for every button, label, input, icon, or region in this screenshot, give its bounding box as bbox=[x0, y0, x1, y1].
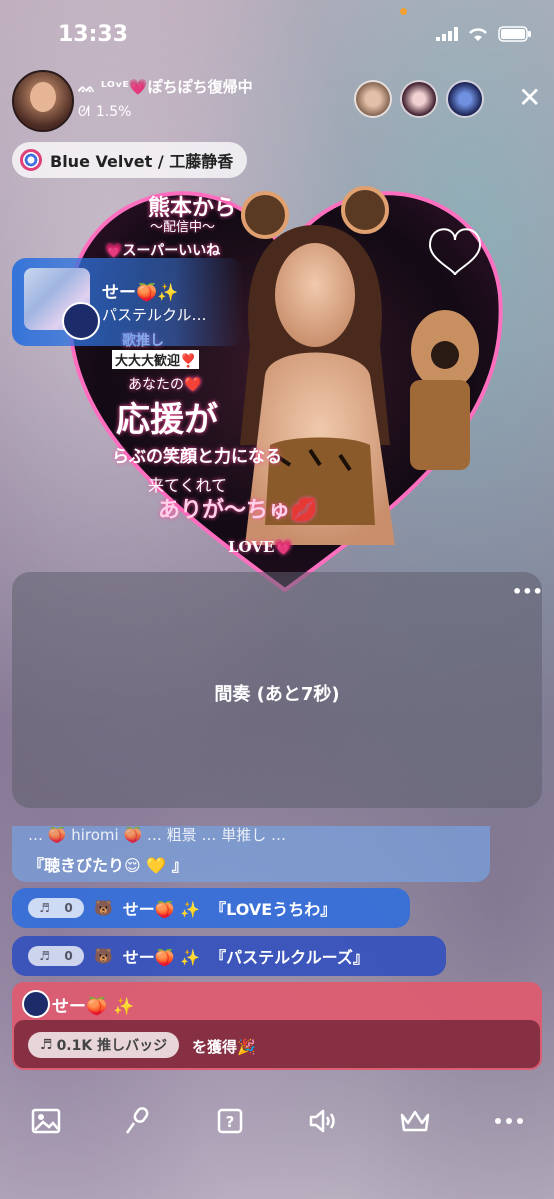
poster-love: LOVE💗 bbox=[228, 538, 294, 556]
poster-welcome: 大大大歓迎❣️ bbox=[112, 350, 200, 369]
badge-count: 0 bbox=[64, 949, 73, 963]
request-user-avatar bbox=[62, 302, 100, 340]
now-playing-song[interactable]: Blue Velvet / 工藤静香 bbox=[12, 142, 248, 178]
chat-partial-line: … 🍑 hiromi 🍑 … 粗景 … 単推し … bbox=[28, 826, 286, 844]
gift-user-name: せー🍑 ✨ bbox=[52, 997, 135, 1017]
interlude-text: 間奏 (あと7秒) bbox=[214, 684, 340, 705]
viewer-avatar[interactable] bbox=[446, 80, 484, 118]
badge-label: 0.1K 推しバッジ bbox=[56, 1038, 168, 1054]
poster-streaming: 〜配信中〜 bbox=[150, 220, 216, 235]
note-icon: ♬ bbox=[40, 1037, 53, 1053]
request-user-name: せー🍑✨ bbox=[102, 283, 179, 303]
chat-text: 『LOVEうちわ』 bbox=[210, 900, 337, 919]
more-icon[interactable] bbox=[492, 1106, 526, 1136]
signal-icon bbox=[436, 27, 458, 41]
poster-ouen: 応援が bbox=[116, 400, 218, 440]
chat-user: せー🍑 ✨ bbox=[122, 900, 201, 919]
recording-indicator bbox=[400, 8, 407, 15]
poster-menu-0: 💗スーパーいいね bbox=[105, 243, 221, 259]
stream-poster bbox=[67, 186, 503, 593]
poster-thanks: ありが〜ちゅ💋 bbox=[158, 497, 318, 523]
percentage-value: 1.5% bbox=[95, 104, 132, 120]
rabbit-icon: ᘛ bbox=[78, 104, 90, 120]
battery-icon bbox=[498, 26, 531, 42]
wifi-icon bbox=[469, 28, 487, 41]
microphone-icon[interactable] bbox=[120, 1106, 154, 1136]
music-disc-icon bbox=[20, 149, 42, 171]
host-avatar[interactable] bbox=[12, 70, 74, 132]
svg-text:?: ? bbox=[226, 1113, 235, 1131]
chat-text: 『パステルクルーズ』 bbox=[210, 948, 369, 967]
bear-icon: 🐻 bbox=[94, 947, 113, 965]
note-icon: ♬ bbox=[39, 901, 50, 915]
status-icons bbox=[436, 26, 532, 42]
viewer-avatar[interactable] bbox=[400, 80, 438, 118]
host-name[interactable]: ᨐ ᴸᴼᵛᴱ💗ぽちぽち復帰中 bbox=[78, 76, 253, 97]
close-icon[interactable]: ✕ bbox=[518, 84, 541, 112]
host-percentage: ᘛ 1.5% bbox=[78, 104, 132, 120]
poster-line1: あなたの❤️ bbox=[128, 377, 202, 393]
question-icon[interactable]: ? bbox=[213, 1106, 247, 1136]
status-time: 13:33 bbox=[58, 22, 129, 47]
host-name-prefix: ᨐ bbox=[78, 78, 96, 96]
chat-message[interactable]: ♬ 0 🐻 せー🍑 ✨ 『パステルクルーズ』 bbox=[12, 936, 446, 976]
song-title: Blue Velvet / 工藤静香 bbox=[50, 152, 234, 171]
note-badge: ♬ 0 bbox=[28, 898, 84, 918]
oshi-badge: ♬ 0.1K 推しバッジ bbox=[28, 1032, 180, 1058]
more-options-icon[interactable]: ••• bbox=[512, 582, 543, 601]
request-song: パステルクル… bbox=[102, 306, 207, 324]
chat-user: せー🍑 ✨ bbox=[122, 948, 201, 967]
speaker-icon[interactable] bbox=[306, 1106, 340, 1136]
note-badge: ♬ 0 bbox=[28, 946, 84, 966]
note-icon: ♬ bbox=[39, 949, 50, 963]
chat-message[interactable]: ♬ 0 🐻 せー🍑 ✨ 『LOVEうちわ』 bbox=[12, 888, 410, 928]
image-icon[interactable] bbox=[29, 1106, 63, 1136]
badge-count: 0 bbox=[64, 901, 73, 915]
gift-user-avatar bbox=[22, 990, 50, 1018]
poster-line2: らぶの笑顔と力になる bbox=[112, 447, 282, 467]
host-name-text: ᴸᴼᵛᴱ💗ぽちぽち復帰中 bbox=[100, 78, 253, 96]
bear-icon: 🐻 bbox=[94, 899, 113, 917]
crown-icon[interactable] bbox=[398, 1106, 432, 1136]
badge-earned-text: を獲得🎉 bbox=[192, 1038, 256, 1056]
viewer-avatar[interactable] bbox=[354, 80, 392, 118]
chat-partial-text: 『聴きびたり😌 💛 』 bbox=[28, 856, 188, 875]
